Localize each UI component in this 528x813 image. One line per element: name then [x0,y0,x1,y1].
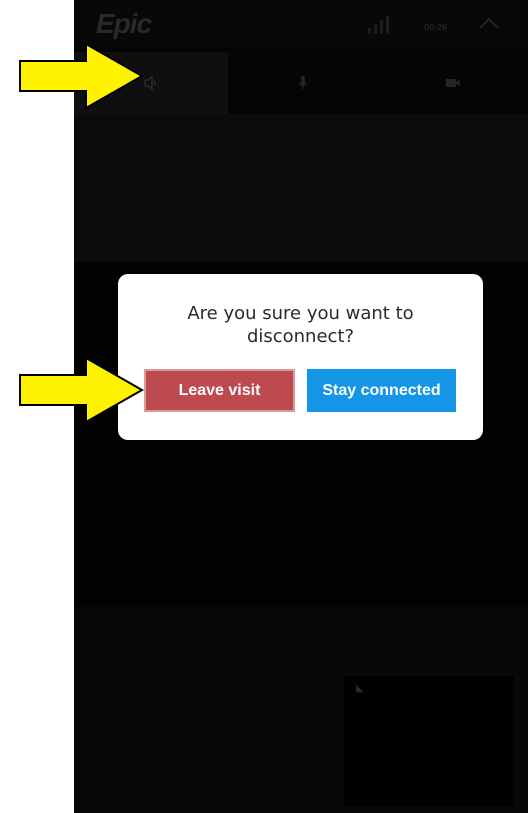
leave-visit-button[interactable]: Leave visit [144,369,295,412]
yellow-arrow-icon [19,356,145,424]
remote-video-top [74,114,528,262]
status-time: 00:26 [424,23,448,32]
stay-connected-button[interactable]: Stay connected [307,369,456,412]
microphone-icon [298,76,308,89]
camera-icon [446,79,460,87]
self-view-window[interactable]: ◣ [344,676,514,806]
dialog-message: Are you sure you want to disconnect? [187,303,414,347]
chevron-up-icon[interactable] [478,16,500,30]
self-view-indicator-icon: ◣ [356,683,364,694]
yellow-arrow-icon [19,42,145,110]
signal-icon [368,16,389,34]
tab-microphone[interactable] [228,52,378,114]
disconnect-dialog: Are you sure you want to disconnect? Lea… [118,274,483,440]
brand-logo: Epic [96,8,152,39]
tab-camera[interactable] [378,52,528,114]
